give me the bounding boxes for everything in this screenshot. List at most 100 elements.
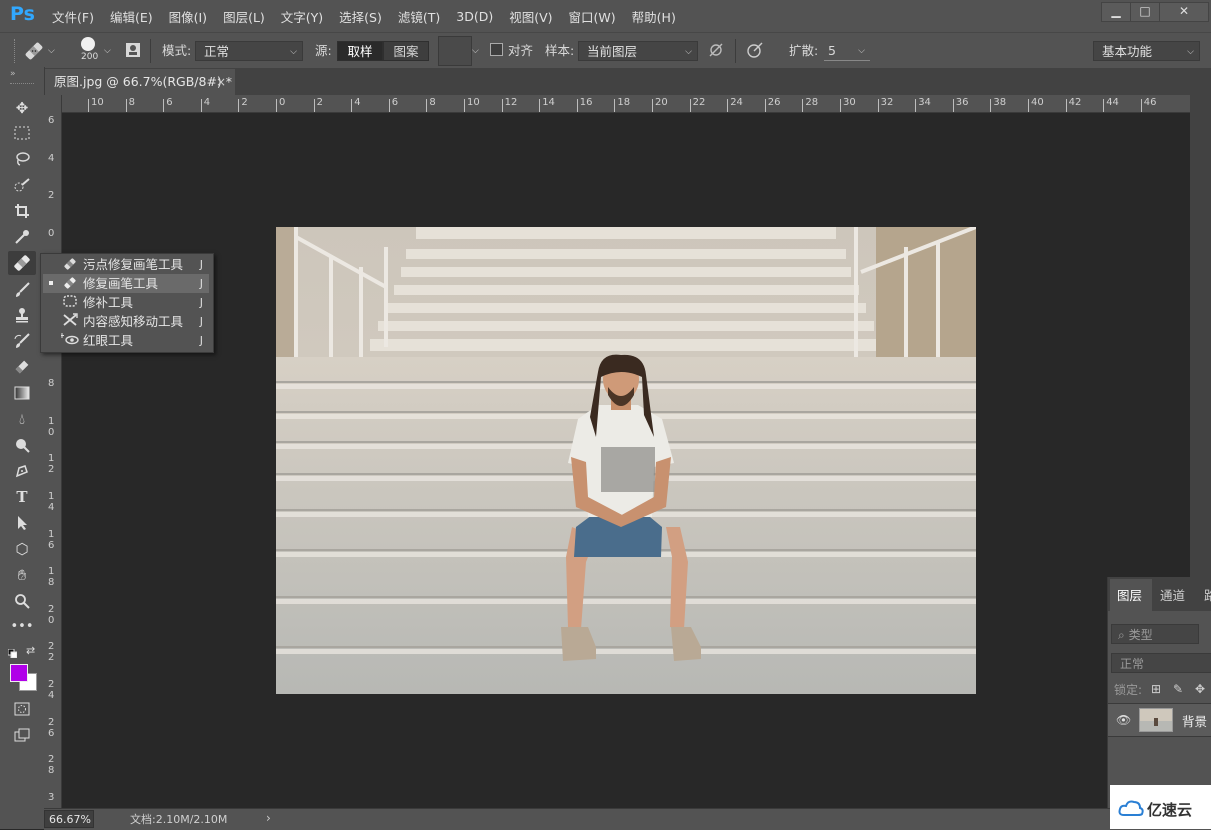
screen-mode-icon[interactable] xyxy=(8,723,36,747)
document-image[interactable] xyxy=(276,227,976,694)
ruler-label: 8 xyxy=(48,378,55,390)
ruler-tick xyxy=(877,99,879,112)
menu-file[interactable]: 文件(F) xyxy=(44,7,102,26)
source-sampled-button[interactable]: 取样 xyxy=(337,41,383,61)
pattern-dropdown-icon[interactable]: ⌵ xyxy=(472,41,479,61)
blur-tool-icon[interactable]: 💧︎ xyxy=(8,407,36,431)
close-window-button[interactable]: ✕ xyxy=(1159,2,1209,22)
lock-pixels-icon[interactable]: ✎ xyxy=(1173,682,1183,696)
menu-select[interactable]: 选择(S) xyxy=(331,7,390,26)
swap-colors-icon[interactable]: ⇄ xyxy=(26,644,35,657)
layer-row[interactable]: 👁︎ 背景 xyxy=(1108,703,1211,737)
ruler-tick xyxy=(313,99,315,112)
diffusion-input[interactable]: 5 ⌵ xyxy=(824,41,870,61)
sample-select[interactable]: 当前图层 ⌵ xyxy=(578,41,698,61)
preset-dropdown-icon[interactable]: ⌵ xyxy=(48,41,55,61)
ruler-tick xyxy=(464,99,465,112)
blend-mode-select[interactable]: 正常 xyxy=(1111,653,1211,673)
minimize-button[interactable]: ▁ xyxy=(1101,2,1131,22)
stamp-settings-icon[interactable] xyxy=(124,41,142,59)
ruler-label: 2 8 xyxy=(48,754,55,777)
flyout-item-content-aware-move[interactable]: 内容感知移动工具 J xyxy=(43,312,209,331)
brush-tool-icon[interactable] xyxy=(8,278,36,302)
quick-selection-tool-icon[interactable] xyxy=(8,173,36,197)
crop-tool-icon[interactable] xyxy=(8,199,36,223)
menu-layer[interactable]: 图层(L) xyxy=(215,7,273,26)
watermark-text: 亿速云 xyxy=(1147,801,1193,819)
menu-edit[interactable]: 编辑(E) xyxy=(102,7,161,26)
menu-window[interactable]: 窗口(W) xyxy=(561,7,624,26)
path-selection-tool-icon[interactable] xyxy=(8,511,36,535)
close-tab-icon[interactable]: × xyxy=(216,69,226,95)
ruler-tick xyxy=(952,99,954,112)
tab-layers[interactable]: 图层 xyxy=(1117,585,1142,604)
menu-filter[interactable]: 滤镜(T) xyxy=(390,7,448,26)
healing-brush-preset-icon[interactable] xyxy=(22,39,46,63)
align-label: 对齐 xyxy=(508,43,534,58)
clone-stamp-tool-icon[interactable] xyxy=(8,303,36,327)
pressure-size-icon[interactable] xyxy=(746,41,764,59)
workspace-select[interactable]: 基本功能 ⌵ xyxy=(1093,41,1200,61)
flyout-item-healing-brush[interactable]: 修复画笔工具 J xyxy=(43,274,209,293)
type-tool-icon[interactable]: T xyxy=(8,485,36,509)
visibility-eye-icon[interactable]: 👁︎ xyxy=(1116,713,1131,727)
lock-transparency-icon[interactable]: ⊞ xyxy=(1151,682,1161,696)
tab-paths[interactable]: 路 xyxy=(1204,585,1211,604)
healing-brush-tool-icon[interactable] xyxy=(8,251,36,275)
marquee-tool-icon[interactable] xyxy=(8,121,36,145)
menu-image[interactable]: 图像(I) xyxy=(161,7,215,26)
mode-select[interactable]: 正常 ⌵ xyxy=(195,41,303,61)
move-tool-icon[interactable]: ✥ xyxy=(8,96,36,120)
zoom-tool-icon[interactable] xyxy=(8,589,36,613)
quick-mask-icon[interactable] xyxy=(8,697,36,721)
ruler-label: 28 xyxy=(805,97,819,108)
options-grip[interactable] xyxy=(14,39,17,63)
more-tools-icon[interactable]: ••• xyxy=(8,615,36,639)
foreground-color-swatch[interactable] xyxy=(10,664,28,682)
horizontal-ruler[interactable]: 10 8 6 4 2 0 2 4 6 8 10 12 14 16 18 20 22 24 26 28 30 32 34 36 3… xyxy=(44,95,1190,113)
flyout-item-patch[interactable]: 修补工具 J xyxy=(43,293,209,312)
ruler-label: 1 6 xyxy=(48,528,55,551)
vertical-ruler[interactable]: 642024681 01 21 41 61 82 02 22 42 62 83 xyxy=(44,112,62,808)
ruler-origin[interactable] xyxy=(44,95,62,113)
diffusion-value: 5 xyxy=(828,43,836,58)
menu-view[interactable]: 视图(V) xyxy=(501,7,560,26)
menu-help[interactable]: 帮助(H) xyxy=(624,7,684,26)
gradient-tool-icon[interactable] xyxy=(8,381,36,405)
ruler-label: 6 xyxy=(166,97,173,108)
eraser-tool-icon[interactable] xyxy=(8,355,36,379)
flyout-item-spot-healing[interactable]: 污点修复画笔工具 J xyxy=(43,255,209,274)
source-pattern-button[interactable]: 图案 xyxy=(383,41,429,61)
align-checkbox[interactable] xyxy=(490,43,503,56)
pattern-picker[interactable] xyxy=(438,36,472,66)
layer-filter-select[interactable]: ⌕ 类型 xyxy=(1111,624,1199,644)
ruler-label: 14 xyxy=(542,97,555,108)
collapse-panel-icon[interactable]: » xyxy=(10,69,16,79)
ruler-label: 0 xyxy=(279,97,286,108)
menu-type[interactable]: 文字(Y) xyxy=(273,7,331,26)
tab-channels[interactable]: 通道 xyxy=(1160,585,1185,604)
pen-tool-icon[interactable] xyxy=(8,459,36,483)
ruler-label: 1 0 xyxy=(48,415,55,438)
maximize-button[interactable]: □ xyxy=(1130,2,1160,22)
dodge-tool-icon[interactable] xyxy=(8,433,36,457)
shape-tool-icon[interactable]: ⬡ xyxy=(8,537,36,561)
status-menu-arrow[interactable]: › xyxy=(266,811,271,825)
ignore-adjustment-layers-icon[interactable] xyxy=(708,42,724,58)
document-tab[interactable]: 原图.jpg @ 66.7%(RGB/8#) * × xyxy=(45,69,235,95)
ruler-label: 34 xyxy=(918,97,931,108)
brush-tip-icon[interactable] xyxy=(81,37,95,51)
ruler-tick xyxy=(88,99,89,112)
ruler-label: 16 xyxy=(579,97,593,108)
lasso-tool-icon[interactable] xyxy=(8,147,36,171)
history-brush-tool-icon[interactable] xyxy=(8,329,36,353)
default-colors-icon[interactable] xyxy=(7,647,18,659)
hand-tool-icon[interactable]: ✋︎ xyxy=(8,563,36,587)
brush-dropdown-icon[interactable]: ⌵ xyxy=(104,41,111,61)
ruler-label: 24 xyxy=(730,97,743,108)
menu-3d[interactable]: 3D(D) xyxy=(448,9,501,24)
flyout-item-red-eye[interactable]: 红眼工具 J xyxy=(43,331,209,350)
lock-position-icon[interactable]: ✥ xyxy=(1195,682,1205,696)
zoom-input[interactable]: 66.67% xyxy=(44,810,94,828)
eyedropper-tool-icon[interactable] xyxy=(8,225,36,249)
